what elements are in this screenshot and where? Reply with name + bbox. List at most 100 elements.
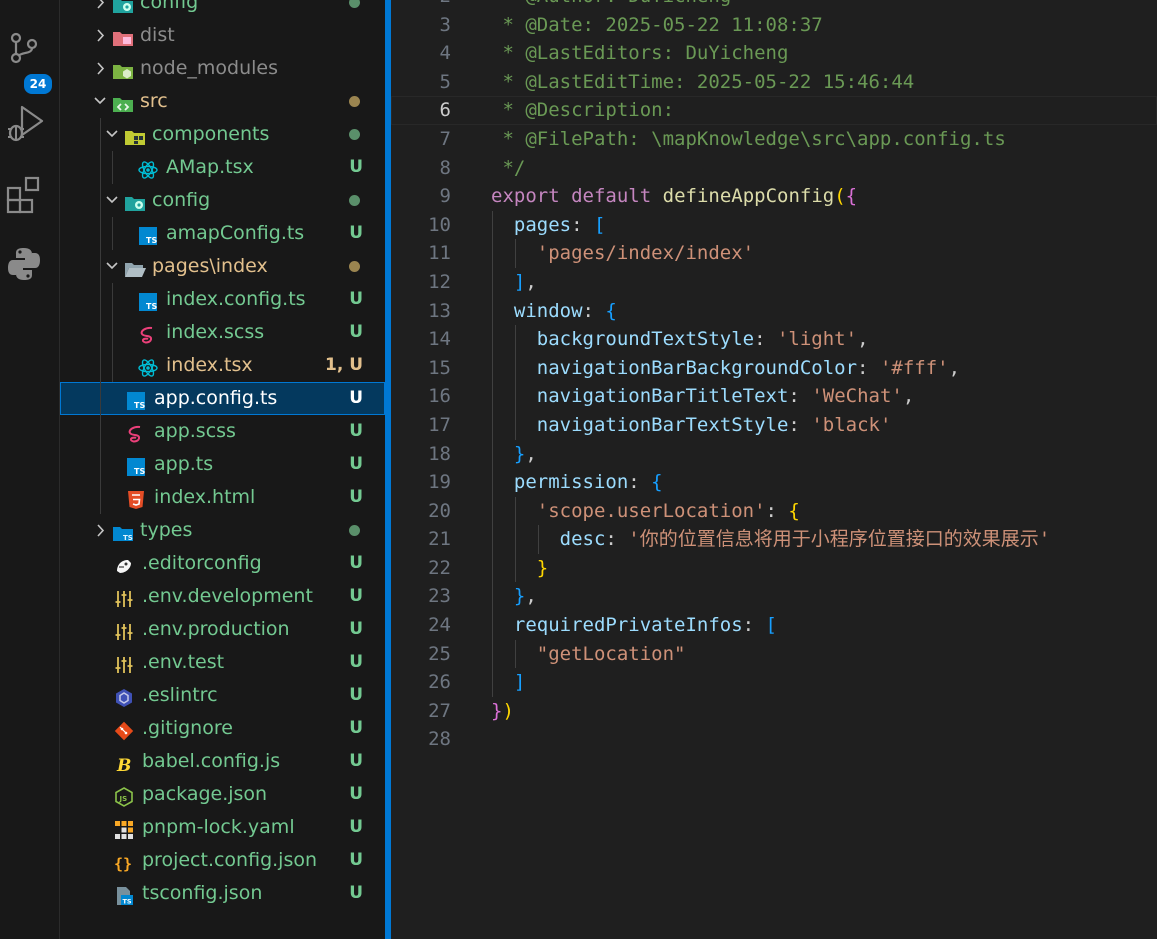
source-control-button[interactable]: 24 [0, 22, 54, 96]
explorer-item-tsconfig-json[interactable]: TS tsconfig.json U [60, 877, 385, 910]
explorer-item-app-scss[interactable]: app.scss U [60, 415, 385, 448]
code-line[interactable]: 2 * @Author: DuYicheng [391, 0, 1157, 11]
explorer-item-amap-tsx[interactable]: AMap.tsx U [60, 151, 385, 184]
code-editor[interactable]: 2 * @Author: DuYicheng3 * @Date: 2025-05… [391, 0, 1157, 939]
code-token: , [902, 385, 915, 408]
explorer-item-package-json[interactable]: JS package.json U [60, 778, 385, 811]
code-line[interactable]: 18}, [391, 439, 1157, 469]
chevron-right-icon[interactable] [92, 52, 108, 85]
code-line[interactable]: 22} [391, 553, 1157, 583]
indent-guide [492, 496, 493, 526]
code-line[interactable]: 6 * @Description: [391, 96, 1157, 125]
explorer-item-app-config-ts[interactable]: TS app.config.ts U [60, 382, 385, 415]
git-status-badge: U [349, 157, 363, 177]
line-number: 15 [428, 356, 451, 379]
explorer-item-dist[interactable]: dist [60, 19, 385, 52]
explorer-item-label: project.config.json [142, 849, 318, 871]
code-line[interactable]: 26] [391, 668, 1157, 697]
chevron-down-icon[interactable] [92, 85, 108, 118]
code-line[interactable]: 10 pages: [ [391, 210, 1157, 240]
indent-guide [112, 151, 113, 184]
explorer-item-label: .env.test [142, 651, 225, 673]
chevron-down-icon[interactable] [104, 184, 120, 217]
indent-guide [514, 410, 516, 440]
explorer-item-types[interactable]: TS types [60, 514, 385, 547]
code-line[interactable]: 23}, [391, 582, 1157, 612]
chevron-right-icon[interactable] [92, 0, 108, 19]
indent-guide [112, 217, 113, 250]
code-line[interactable]: 3 * @Date: 2025-05-22 11:08:37 [391, 11, 1157, 40]
code-line[interactable]: 9 export default defineAppConfig({ [391, 182, 1157, 211]
chevron-down-icon[interactable] [104, 250, 120, 283]
python-button[interactable] [0, 238, 48, 286]
code-token: , [525, 442, 537, 465]
code-token: 'pages/index/index' [536, 242, 755, 265]
code-line[interactable]: 25 "getLocation" [391, 639, 1157, 669]
code-token: 'WeChat' [811, 385, 903, 408]
svg-text:{}: {} [114, 855, 132, 873]
code-token: { [651, 471, 663, 494]
folder-config-icon [124, 191, 145, 211]
explorer-item-label: app.ts [154, 453, 214, 475]
indent-guide [100, 283, 101, 316]
explorer-item-node-modules[interactable]: node_modules [60, 52, 385, 85]
chevron-right-icon[interactable] [92, 514, 108, 547]
explorer-item-label: .env.development [142, 585, 313, 607]
code-line[interactable]: 17 navigationBarTextStyle: 'black' [391, 410, 1157, 440]
code-line[interactable]: 4 * @LastEditors: DuYicheng [391, 39, 1157, 68]
explorer-item-pages-index[interactable]: pages\index [60, 250, 385, 283]
code-line[interactable]: 11 'pages/index/index' [391, 239, 1157, 268]
run-debug-button[interactable] [0, 95, 48, 143]
code-line[interactable]: 14 backgroundTextStyle: 'light', [391, 325, 1157, 354]
code-text: "getLocation" [537, 640, 686, 669]
code-line[interactable]: 16 navigationBarTitleText: 'WeChat', [391, 382, 1157, 411]
chevron-down-icon[interactable] [104, 118, 120, 151]
explorer-item-babel-config-js[interactable]: Bbabel.config.js U [60, 745, 385, 778]
code-text: export default defineAppConfig({ [491, 182, 857, 211]
explorer-item-env-development[interactable]: .env.development U [60, 580, 385, 613]
extensions-button[interactable] [0, 168, 48, 216]
code-line[interactable]: 7 * @FilePath: \mapKnowledge\src\app.con… [391, 125, 1157, 154]
code-token: , [948, 356, 961, 379]
indent-guide [492, 468, 493, 497]
explorer-item-index-html[interactable]: index.html U [60, 481, 385, 514]
explorer-item-index-scss[interactable]: index.scss U [60, 316, 385, 349]
explorer-item-project-config-json[interactable]: {} project.config.json U [60, 844, 385, 877]
explorer-item-env-test[interactable]: .env.test U [60, 646, 385, 679]
code-token: ] [513, 671, 526, 694]
code-line[interactable]: 12], [391, 267, 1157, 297]
code-line[interactable]: 15 navigationBarBackgroundColor: '#fff', [391, 353, 1157, 383]
explorer-item-label: app.config.ts [154, 387, 278, 409]
explorer-item-components[interactable]: components [60, 118, 385, 151]
code-line[interactable]: 24 requiredPrivateInfos: [ [391, 611, 1157, 640]
explorer-item-index-tsx[interactable]: index.tsx 1, U [60, 349, 385, 382]
editorconfig-icon [114, 554, 134, 574]
code-line[interactable]: 28 [391, 725, 1157, 754]
code-text: permission: { [514, 468, 663, 497]
explorer-item-app-ts[interactable]: TS app.ts U [60, 448, 385, 481]
code-line[interactable]: 8 */ [391, 154, 1157, 183]
explorer-item-pnpm-lock-yaml[interactable]: pnpm-lock.yaml U [60, 811, 385, 844]
code-text: * @Description: [491, 96, 685, 125]
explorer-item-eslintrc[interactable]: .eslintrc U [60, 679, 385, 712]
chevron-right-icon[interactable] [92, 19, 108, 52]
explorer-item-config[interactable]: config [60, 184, 385, 217]
explorer-item-amapconfig-ts[interactable]: TS amapConfig.ts U [60, 217, 385, 250]
explorer-item-editorconfig[interactable]: .editorconfig U [60, 547, 385, 580]
explorer-item-index-config-ts[interactable]: TS index.config.ts U [60, 283, 385, 316]
code-line[interactable]: 27}) [391, 697, 1157, 726]
explorer-item-gitignore[interactable]: .gitignore U [60, 712, 385, 745]
source-control-badge: 24 [22, 72, 54, 96]
python-icon [8, 248, 40, 280]
explorer-item-env-production[interactable]: .env.production U [60, 613, 385, 646]
nodejs-icon: JS [114, 785, 134, 807]
code-line[interactable]: 20 'scope.userLocation': { [391, 496, 1157, 526]
explorer-item-src[interactable]: src [60, 85, 385, 118]
code-line[interactable]: 19 permission: { [391, 468, 1157, 497]
explorer-item-config[interactable]: config [60, 0, 385, 19]
code-line[interactable]: 21 desc: '你的位置信息将用于小程序位置接口的效果展示' [391, 525, 1157, 554]
indent-guide [100, 118, 101, 151]
code-line[interactable]: 13 window: { [391, 296, 1157, 326]
code-line[interactable]: 5 * @LastEditTime: 2025-05-22 15:46:44 [391, 68, 1157, 97]
